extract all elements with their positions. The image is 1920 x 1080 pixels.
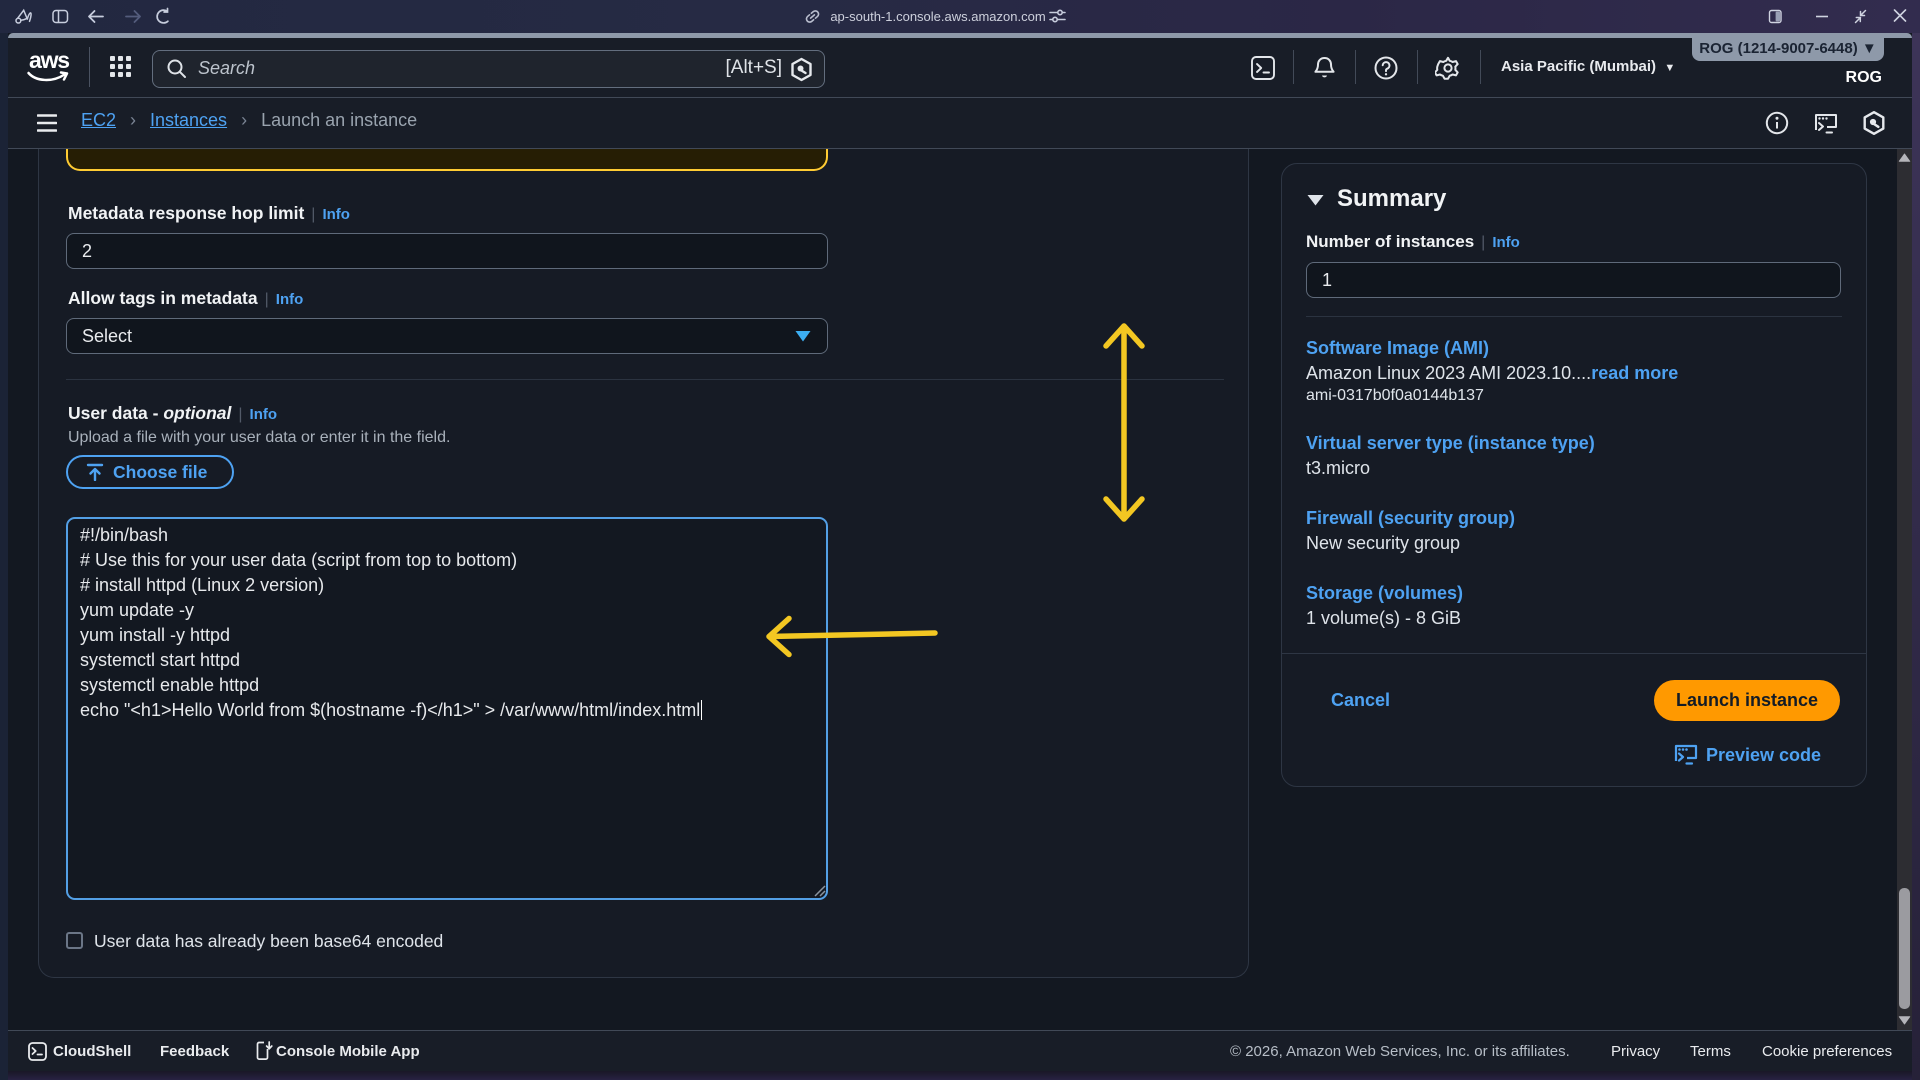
svg-text:aws: aws	[29, 47, 69, 73]
